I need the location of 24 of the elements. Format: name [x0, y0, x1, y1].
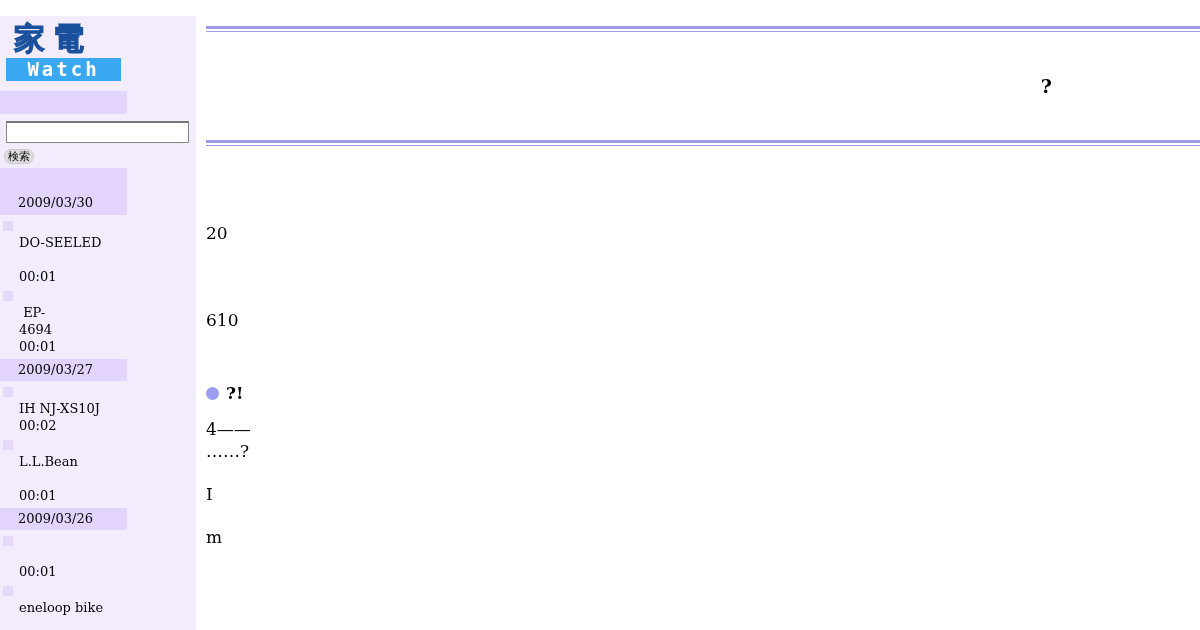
article-time: 00:01 [19, 268, 58, 285]
paragraph: 610 [206, 309, 240, 331]
date-header: 2009/03/30 [0, 168, 127, 215]
date-header: 2009/03/26 [0, 508, 127, 530]
article-link[interactable]: IH NJ-XS10J [19, 400, 196, 417]
paragraph: 4—— ……? [206, 418, 252, 462]
site-logo[interactable]: 家電 Watch [6, 18, 121, 81]
article-title: ? [1040, 75, 1052, 97]
article-time: 00:01 [19, 563, 58, 580]
paragraph: m [206, 526, 224, 548]
article-link[interactable]: L.L.Bean [19, 453, 196, 470]
date-header: 2009/03/27 [0, 359, 127, 381]
paragraph: I [206, 483, 214, 505]
bullet-icon [206, 386, 219, 400]
article-time: 00:02 [19, 417, 58, 434]
search-button[interactable]: 検索 [4, 149, 34, 164]
search-field[interactable] [6, 121, 189, 143]
article-link[interactable]: EP- 4694 [19, 304, 196, 338]
article-time: 00:01 [19, 338, 58, 355]
article-time: 00:01 [19, 487, 58, 504]
paragraph: 20 [206, 222, 229, 244]
article-link[interactable]: DO-SEELED [19, 234, 196, 251]
article-link[interactable]: eneloop bike [19, 599, 196, 616]
section-heading: ?! [226, 383, 244, 403]
